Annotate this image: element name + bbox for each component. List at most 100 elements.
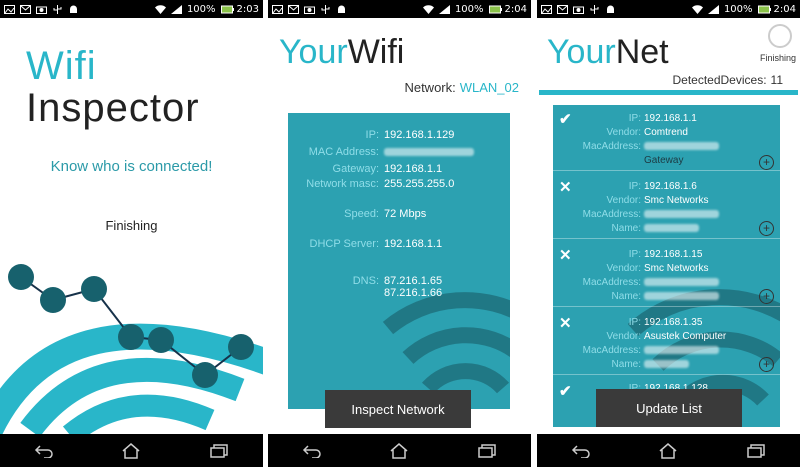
mail-icon <box>288 4 299 14</box>
title-part1: Your <box>279 33 348 71</box>
device-name-row: Name: <box>553 223 780 234</box>
device-name-row: Gateway <box>553 155 780 166</box>
device-ip: 192.168.1.35 <box>644 317 703 328</box>
info-label: DHCP Server: <box>309 238 379 250</box>
home-icon[interactable] <box>648 438 688 464</box>
device-mac-redacted <box>644 277 719 288</box>
device-vendor-row: Vendor: Smc Networks <box>553 195 780 206</box>
nav-bar <box>268 434 531 467</box>
inspect-network-button[interactable]: Inspect Network <box>325 390 471 428</box>
tagline: Know who is connected! <box>50 158 213 175</box>
device-ip: 192.168.1.1 <box>644 113 697 124</box>
loading-spinner <box>768 24 792 48</box>
usb-icon <box>52 4 63 14</box>
gallery-icon <box>272 4 283 14</box>
device-vendor-row: Vendor: Asustek Computer <box>553 331 780 342</box>
back-icon[interactable] <box>292 438 332 464</box>
device-name-redacted <box>644 359 689 370</box>
gallery-icon <box>4 4 15 14</box>
info-row-mac: MAC Address: <box>288 146 510 158</box>
name-label <box>553 155 644 166</box>
back-icon[interactable] <box>561 438 601 464</box>
your-wifi-screen: 100% 2:04 YourWifi Network: WLAN_02 IP: 19… <box>268 0 531 467</box>
info-value: 87.216.1.65 <box>384 275 443 287</box>
title-part1: Your <box>547 33 616 71</box>
update-list-button[interactable]: Update List <box>596 389 742 427</box>
expand-device-icon[interactable]: + <box>759 155 774 170</box>
nav-bar <box>537 434 800 467</box>
clock: 2:04 <box>504 3 527 15</box>
device-ip: 192.168.1.15 <box>644 249 703 260</box>
back-icon[interactable] <box>24 438 64 464</box>
splash-screen: 100% 2:03 Wifi Inspector Know who is con… <box>0 0 263 467</box>
recent-apps-icon[interactable] <box>467 438 507 464</box>
device-vendor-row: Vendor: Smc Networks <box>553 263 780 274</box>
vendor-label: Vendor: <box>606 195 641 206</box>
list-item[interactable]: ✕ IP: 192.168.1.35 Vendor: Asustek Compute… <box>553 309 780 375</box>
device-mac-row: MacAddress: <box>553 209 780 220</box>
device-mac-row: MacAddress: <box>553 141 780 152</box>
clock: 2:04 <box>773 3 796 15</box>
battery-percent: 100% <box>723 3 753 15</box>
spinner-label: Finishing <box>759 53 796 63</box>
device-ip-row: IP: 192.168.1.6 <box>553 181 780 192</box>
recent-apps-icon[interactable] <box>199 438 239 464</box>
list-item[interactable]: ✕ IP: 192.168.1.6 Vendor: Smc Networks Mac… <box>553 173 780 239</box>
recent-apps-icon[interactable] <box>736 438 776 464</box>
gallery-icon <box>541 4 552 14</box>
cell-signal-icon <box>170 4 182 14</box>
info-row-ip: IP: 192.168.1.129 <box>288 129 510 141</box>
title-part2: Wifi <box>347 33 405 71</box>
device-vendor: Smc Networks <box>644 263 709 274</box>
list-item[interactable]: ✔ IP: 192.168.1.1 Vendor: Comtrend MacAddr… <box>553 105 780 171</box>
status-bar: 100% 2:04 <box>268 0 531 18</box>
progress-status: Finishing <box>105 218 158 233</box>
detected-label: DetectedDevices: <box>672 73 767 87</box>
device-mac-row: MacAddress: <box>553 345 780 356</box>
device-name-redacted <box>644 223 699 234</box>
status-bar: 100% 2:04 <box>537 0 800 18</box>
usb-icon <box>320 4 331 14</box>
mail-icon <box>557 4 568 14</box>
header-divider <box>539 90 798 95</box>
expand-device-icon[interactable]: + <box>759 357 774 372</box>
wifi-signal-icon <box>691 4 703 14</box>
title-part2: Net <box>615 33 669 71</box>
clock: 2:03 <box>236 3 259 15</box>
status-bar: 100% 2:03 <box>0 0 263 18</box>
device-name: Gateway <box>644 155 684 166</box>
mac-label: MacAddress: <box>582 141 641 152</box>
mac-label: MacAddress: <box>582 345 641 356</box>
device-list[interactable]: ✔ IP: 192.168.1.1 Vendor: Comtrend MacAddr… <box>553 105 780 427</box>
info-label: DNS: <box>352 275 379 287</box>
info-label: IP: <box>365 129 379 141</box>
home-icon[interactable] <box>379 438 419 464</box>
expand-device-icon[interactable]: + <box>759 289 774 304</box>
info-row-dns: DNS: 87.216.1.65 <box>288 275 510 287</box>
device-mac-redacted <box>644 209 719 220</box>
android-icon <box>68 5 79 14</box>
info-value: 87.216.1.66 <box>384 287 443 299</box>
device-mac-row: MacAddress: <box>553 277 780 288</box>
list-item[interactable]: ✕ IP: 192.168.1.15 Vendor: Smc Networks Ma… <box>553 241 780 307</box>
device-vendor: Comtrend <box>644 127 688 138</box>
page-title: YourNet <box>547 33 669 72</box>
wifi-info-panel: IP: 192.168.1.129 MAC Address: Gateway: 19… <box>288 113 510 409</box>
vendor-label: Vendor: <box>606 127 641 138</box>
battery-percent: 100% <box>186 3 216 15</box>
expand-device-icon[interactable]: + <box>759 221 774 236</box>
device-mac-redacted <box>644 345 719 356</box>
info-value-redacted <box>384 146 474 158</box>
ip-label: IP: <box>628 317 641 328</box>
info-label: Speed: <box>344 208 379 220</box>
info-row-dhcp: DHCP Server: 192.168.1.1 <box>288 238 510 250</box>
info-value: 72 Mbps <box>384 208 427 220</box>
mail-icon <box>20 4 31 14</box>
info-label: MAC Address: <box>308 146 379 158</box>
usb-icon <box>589 4 600 14</box>
info-row-speed: Speed: 72 Mbps <box>288 208 510 220</box>
device-ip-row: IP: 192.168.1.15 <box>553 249 780 260</box>
your-net-screen: 100% 2:04 YourNet Finishing DetectedDevi… <box>537 0 800 467</box>
info-value: 192.168.1.1 <box>384 238 443 250</box>
home-icon[interactable] <box>111 438 151 464</box>
